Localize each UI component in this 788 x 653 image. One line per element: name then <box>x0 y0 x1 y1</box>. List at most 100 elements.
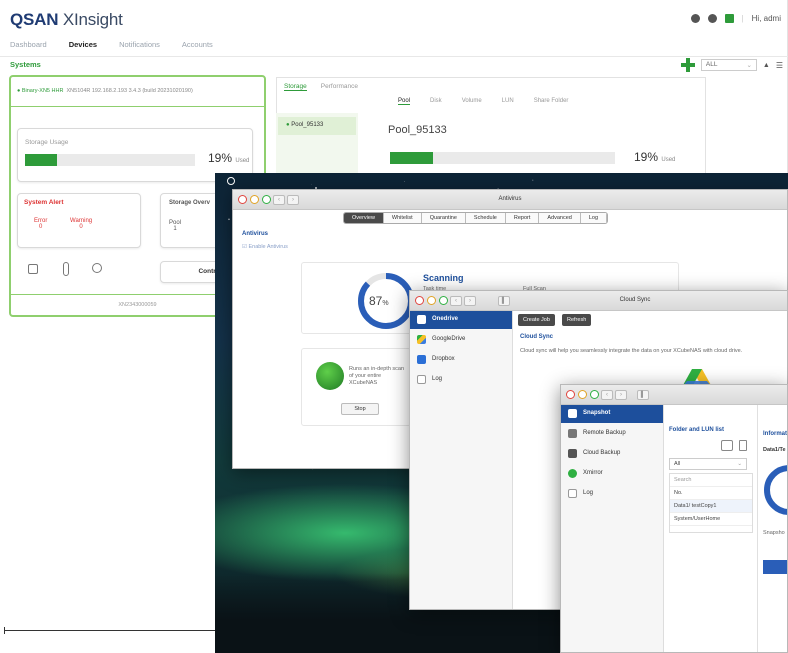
stop-scan-button[interactable]: Stop <box>341 403 379 415</box>
checkbox-icon: ☑ <box>242 244 247 250</box>
radar-icon <box>316 362 344 390</box>
chevron-down-icon: ⌄ <box>737 461 742 467</box>
subtab-pool[interactable]: Pool <box>398 98 411 105</box>
cloud-sync-title: Cloud Sync <box>619 297 651 303</box>
subtab-volume[interactable]: Volume <box>462 98 482 105</box>
sidebar-toggle-icon[interactable]: ▌ <box>637 390 649 400</box>
googledrive-icon <box>417 335 426 344</box>
tab-whitelist[interactable]: Whitelist <box>383 213 422 223</box>
lightbulb-icon[interactable] <box>92 263 102 273</box>
close-icon[interactable] <box>415 296 424 305</box>
tab-log[interactable]: Log <box>580 213 608 223</box>
sidebar-item-remote-backup[interactable]: Remote Backup <box>561 425 663 443</box>
storage-overview-title: Storage Overv <box>169 200 211 206</box>
sidebar-item-log[interactable]: Log <box>561 485 663 503</box>
star <box>404 180 405 182</box>
sidebar-item-xmirror[interactable]: Xmirror <box>561 465 663 483</box>
pool-list-item[interactable]: ● Pool_95133 <box>278 117 356 135</box>
info-icon[interactable] <box>707 14 717 23</box>
subtab-lun[interactable]: LUN <box>502 98 514 105</box>
folder-search-input[interactable]: Search <box>670 474 752 487</box>
snapshot-action-bar[interactable] <box>763 560 787 574</box>
minimize-icon[interactable] <box>427 296 436 305</box>
sidebar-item-cloud-backup[interactable]: Cloud Backup <box>561 445 663 463</box>
storage-usage-bar <box>25 154 195 166</box>
cloud-sync-titlebar[interactable]: ‹ › ▌ Cloud Sync <box>410 291 787 311</box>
systems-toolbar: ALL ⌄ ▲ ☰ <box>680 58 783 72</box>
nav-buttons: ‹ › ▌ <box>450 296 510 306</box>
back-icon[interactable]: ‹ <box>450 296 462 306</box>
systems-section-label: Systems <box>10 60 41 69</box>
folder-filter-select[interactable]: All ⌄ <box>669 458 747 470</box>
pane-divider <box>757 405 758 652</box>
snapshot-titlebar[interactable]: ‹ › ▌ <box>561 385 787 405</box>
enable-antivirus-checkbox[interactable]: ☑ Enable Antivirus <box>242 244 288 250</box>
sidebar-toggle-icon[interactable]: ▌ <box>498 296 510 306</box>
minimize-icon[interactable] <box>578 390 587 399</box>
top-nav: Dashboard Devices Notifications Accounts <box>10 40 213 49</box>
sort-up-icon[interactable]: ▲ <box>763 62 770 69</box>
globe-icon[interactable] <box>690 14 700 23</box>
tab-advanced[interactable]: Advanced <box>539 213 581 223</box>
antivirus-title: Antivirus <box>498 196 522 202</box>
add-icon[interactable] <box>680 58 695 72</box>
system-alert-title: System Alert <box>24 199 64 206</box>
add-folder-icon[interactable] <box>721 440 733 451</box>
cloud-backup-icon <box>568 449 577 458</box>
list-item[interactable]: Data1/ testCopy1 <box>670 500 752 513</box>
sidebar-item-snapshot[interactable]: Snapshot <box>561 405 663 423</box>
sidebar-item-googledrive[interactable]: GoogleDrive <box>410 331 512 349</box>
tab-overview[interactable]: Overview <box>344 213 384 223</box>
forward-icon[interactable]: › <box>615 390 627 400</box>
refresh-button[interactable]: Refresh <box>562 314 592 326</box>
trash-icon[interactable] <box>739 440 747 451</box>
list-item[interactable]: System/UserHome <box>670 513 752 526</box>
pool-usage-fill <box>390 152 433 164</box>
tab-schedule[interactable]: Schedule <box>465 213 506 223</box>
tab-performance[interactable]: Performance <box>321 83 358 91</box>
callout-line-tick <box>4 627 5 634</box>
filter-select[interactable]: ALL ⌄ <box>700 59 757 71</box>
zoom-icon[interactable] <box>439 296 448 305</box>
tab-report[interactable]: Report <box>505 213 540 223</box>
warning-stat: Warning 0 <box>70 218 93 230</box>
sidebar-item-log[interactable]: Log <box>410 371 512 389</box>
close-icon[interactable] <box>566 390 575 399</box>
header-divider <box>0 56 788 57</box>
logout-icon[interactable] <box>724 14 734 23</box>
information-title: Informat <box>763 431 787 437</box>
sidebar-item-dropbox[interactable]: Dropbox <box>410 351 512 369</box>
storage-subtabs: Pool Disk Volume LUN Share Folder <box>398 98 568 105</box>
subtab-share-folder[interactable]: Share Folder <box>534 98 569 105</box>
device-icon[interactable] <box>28 264 38 274</box>
sidebar-item-onedrive[interactable]: Onedrive <box>410 311 512 329</box>
error-stat: Error 0 <box>34 218 48 230</box>
nav-dashboard[interactable]: Dashboard <box>10 40 47 49</box>
header-right: | Hi, admi <box>690 14 781 23</box>
dropbox-icon <box>417 355 426 364</box>
chevron-down-icon: ⌄ <box>746 62 752 69</box>
apple-menu-icon[interactable] <box>227 177 235 185</box>
forward-icon[interactable]: › <box>464 296 476 306</box>
pool-usage-pct: 19% Used <box>634 150 676 164</box>
list-view-icon[interactable]: ☰ <box>776 61 783 70</box>
back-icon[interactable]: ‹ <box>601 390 613 400</box>
zoom-icon[interactable] <box>590 390 599 399</box>
tab-quarantine[interactable]: Quarantine <box>421 213 466 223</box>
nav-devices[interactable]: Devices <box>69 40 97 49</box>
antivirus-section-title: Antivirus <box>242 231 269 237</box>
thermometer-icon[interactable] <box>63 262 69 276</box>
nav-notifications[interactable]: Notifications <box>119 40 160 49</box>
nav-buttons: ‹ › ▌ <box>601 390 649 400</box>
tab-storage[interactable]: Storage <box>284 83 307 91</box>
full-scan-description: Runs an in-depth scan of your entire XCu… <box>349 366 405 386</box>
nav-accounts[interactable]: Accounts <box>182 40 213 49</box>
snapshot-window: ‹ › ▌ Snapshot Remote Backup Cloud Backu… <box>560 384 788 653</box>
antivirus-titlebar[interactable]: ‹ › Antivirus <box>233 190 787 210</box>
create-job-button[interactable]: Create Job <box>518 314 555 326</box>
information-path: Data1/Te <box>763 447 786 453</box>
user-greeting[interactable]: Hi, admi <box>752 14 781 23</box>
folder-list-title: Folder and LUN list <box>669 427 725 433</box>
subtab-disk[interactable]: Disk <box>430 98 442 105</box>
folder-list: Search No. Data1/ testCopy1 System/UserH… <box>669 473 753 533</box>
